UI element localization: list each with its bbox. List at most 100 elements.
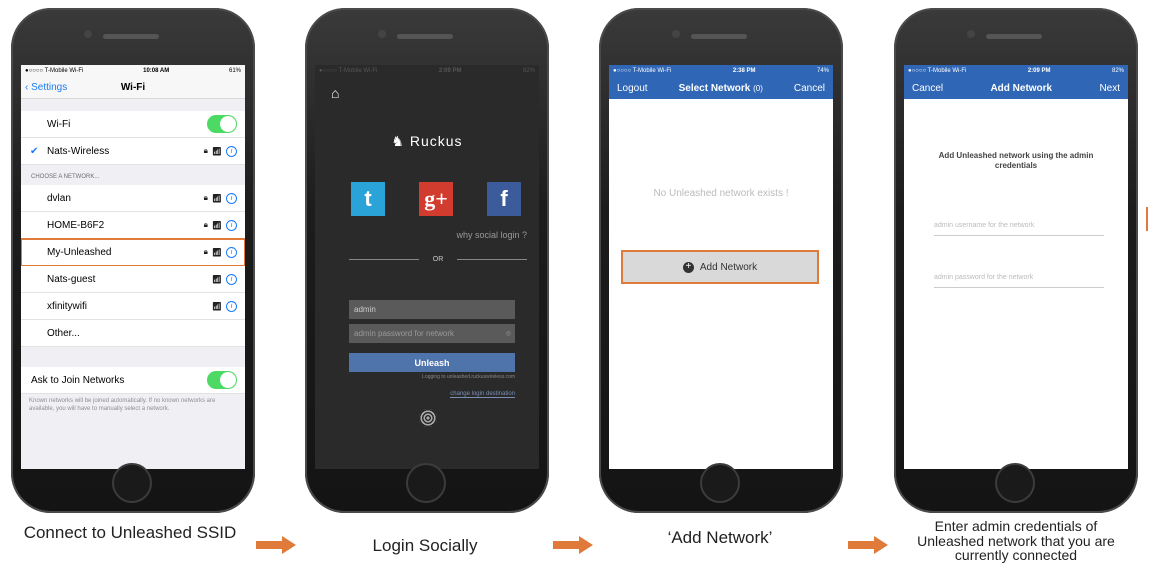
home-button[interactable]: [406, 463, 446, 503]
network-row[interactable]: HOME-B6F2 🔒︎ 📶︎ i: [21, 212, 245, 239]
info-icon[interactable]: i: [226, 145, 237, 157]
clock: 2:09 PM: [1027, 68, 1051, 74]
clock: 2:38 PM: [732, 68, 756, 74]
camera-dot: [378, 30, 386, 38]
unleash-button[interactable]: Unleash: [349, 353, 515, 372]
wifi-signal-icon: 📶︎: [211, 247, 222, 257]
arrow-icon: [848, 536, 890, 554]
wifi-signal-icon: 📶︎: [211, 301, 222, 311]
screen: ●○○○○ T-Mobile Wi-Fi 10:08 AM 61% ‹ Sett…: [21, 65, 245, 469]
caption-step-2: Login Socially: [372, 536, 478, 555]
network-name: My-Unleashed: [47, 246, 112, 258]
info-icon[interactable]: i: [226, 273, 237, 285]
page-title: Wi-Fi: [120, 82, 146, 93]
why-social-link[interactable]: why social login ?: [456, 230, 527, 240]
carrier-label: ●○○○○ T-Mobile Wi-Fi: [319, 68, 378, 74]
phone-select-network: ●○○○○ T-Mobile Wi-Fi 2:38 PM 74% Logout …: [599, 8, 843, 513]
info-icon[interactable]: i: [226, 246, 237, 258]
network-row-highlighted[interactable]: My-Unleashed 🔒︎ 📶︎ i: [21, 238, 245, 267]
cancel-button[interactable]: Cancel: [912, 83, 943, 94]
info-icon[interactable]: i: [226, 192, 237, 204]
wifi-signal-icon: 📶︎: [211, 193, 222, 203]
page-title: Add Network: [990, 82, 1053, 94]
home-button[interactable]: [700, 463, 740, 503]
lock-icon: 🔒︎: [203, 220, 208, 229]
carrier-label: ●○○○○ T-Mobile Wi-Fi: [613, 68, 672, 74]
caption-step-3: ‘Add Network’: [667, 528, 773, 547]
home-icon[interactable]: ⌂: [331, 85, 339, 101]
or-divider: OR: [349, 256, 527, 263]
clock: 10:08 AM: [143, 68, 170, 74]
network-row[interactable]: Nats-guest 📶︎ i: [21, 266, 245, 293]
ask-join-label: Ask to Join Networks: [31, 374, 125, 386]
info-icon[interactable]: i: [226, 300, 237, 312]
caption-step-4: Enter admin credentials of Unleashed net…: [917, 518, 1115, 564]
footnote: Known networks will be joined automatica…: [29, 398, 216, 412]
battery-label: 82%: [522, 68, 535, 74]
home-button[interactable]: [112, 463, 152, 503]
eye-icon[interactable]: ◎: [506, 330, 511, 337]
next-button[interactable]: Next: [1099, 83, 1120, 94]
camera-dot: [967, 30, 975, 38]
speaker-grille: [103, 34, 159, 39]
arrow-icon: [553, 536, 595, 554]
info-icon[interactable]: i: [226, 219, 237, 231]
status-bar: ●○○○○ T-Mobile Wi-Fi 10:08 AM 61%: [21, 65, 245, 77]
network-name: Nats-guest: [47, 273, 96, 285]
screen: ●○○○○ T-Mobile Wi-Fi 2:09 PM 82% ⌂ ♞ Ruc…: [315, 65, 539, 469]
google-plus-icon[interactable]: g+: [419, 182, 453, 216]
password-input[interactable]: admin password for network ◎: [349, 324, 515, 343]
wifi-signal-icon: 📶︎: [211, 220, 222, 230]
twitter-icon[interactable]: t: [351, 182, 385, 216]
app-bar: Logout Select Network (0) Cancel: [609, 77, 833, 99]
checkmark-icon: ✔: [30, 145, 39, 157]
change-destination-link[interactable]: change login destination: [450, 391, 515, 398]
network-row[interactable]: dvlan 🔒︎ 📶︎ i: [21, 185, 245, 212]
battery-label: 82%: [1111, 68, 1124, 74]
phone-ruckus-login: ●○○○○ T-Mobile Wi-Fi 2:09 PM 82% ⌂ ♞ Ruc…: [305, 8, 549, 513]
add-network-button[interactable]: + Add Network: [621, 250, 819, 284]
wifi-signal-icon: 📶︎: [211, 274, 222, 284]
title-text: Select Network: [678, 82, 751, 94]
network-name: Nats-Wireless: [47, 145, 110, 157]
connected-network-row[interactable]: ✔ Nats-Wireless 🔒︎ 📶︎ i: [21, 138, 245, 165]
home-button[interactable]: [995, 463, 1035, 503]
username-input[interactable]: admin: [349, 300, 515, 319]
instructions: Add Unleashed network using the admin cr…: [938, 151, 1094, 170]
dog-icon: ♞: [391, 133, 405, 149]
screen: ●○○○○ T-Mobile Wi-Fi 2:09 PM 82% Cancel …: [904, 65, 1128, 469]
logout-button[interactable]: Logout: [617, 83, 648, 94]
network-name: Other...: [47, 327, 80, 339]
admin-username-input[interactable]: admin username for the network: [934, 222, 1104, 236]
speaker-grille: [397, 34, 453, 39]
lock-icon: 🔒︎: [203, 146, 208, 155]
lock-icon: 🔒︎: [203, 247, 208, 256]
wifi-signal-icon: 📶︎: [211, 146, 222, 156]
network-row[interactable]: xfinitywifi 📶︎ i: [21, 293, 245, 320]
speaker-grille: [986, 34, 1042, 39]
password-placeholder: admin password for network: [354, 329, 455, 338]
plus-icon: +: [682, 261, 694, 273]
wifi-toggle[interactable]: [207, 115, 237, 133]
lock-icon: 🔒︎: [203, 193, 208, 202]
nav-bar: ‹ Settings Wi-Fi: [21, 77, 245, 99]
divider-line: [349, 259, 419, 260]
other-network-row[interactable]: Other...: [21, 320, 245, 347]
empty-state-text: No Unleashed network exists !: [653, 188, 789, 199]
clock: 2:09 PM: [438, 68, 462, 74]
battery-label: 74%: [816, 68, 829, 74]
caption-step-1: Connect to Unleashed SSID: [23, 523, 237, 542]
status-bar: ●○○○○ T-Mobile Wi-Fi 2:38 PM 74%: [609, 65, 833, 77]
cancel-button[interactable]: Cancel: [794, 83, 825, 94]
fingerprint-icon[interactable]: [419, 409, 437, 427]
ask-join-toggle[interactable]: [207, 371, 237, 389]
network-name: dvlan: [47, 192, 71, 204]
social-buttons: t g+ f: [351, 182, 521, 216]
wifi-label: Wi-Fi: [47, 118, 71, 130]
camera-dot: [84, 30, 92, 38]
facebook-icon[interactable]: f: [487, 182, 521, 216]
phone-add-network: ●○○○○ T-Mobile Wi-Fi 2:09 PM 82% Cancel …: [894, 8, 1138, 513]
status-bar: ●○○○○ T-Mobile Wi-Fi 2:09 PM 82%: [315, 65, 539, 77]
admin-password-input[interactable]: admin password for the network: [934, 274, 1104, 288]
page-title: Select Network (0): [679, 83, 763, 94]
